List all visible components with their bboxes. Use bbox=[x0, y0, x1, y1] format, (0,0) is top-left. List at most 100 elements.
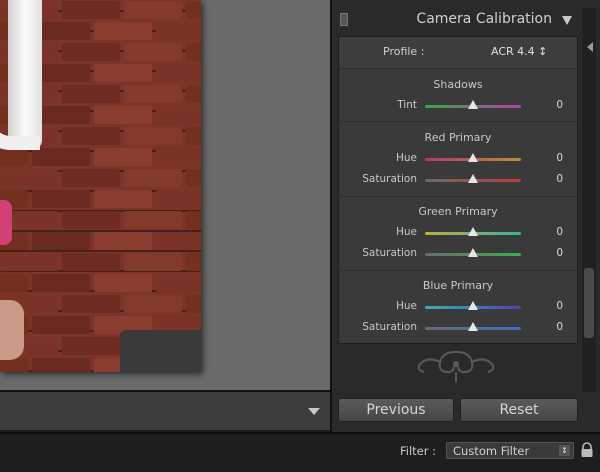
photo-preview bbox=[0, 0, 201, 372]
brick bbox=[94, 148, 152, 166]
brick bbox=[62, 295, 120, 313]
brick bbox=[62, 85, 120, 103]
brick bbox=[124, 295, 182, 313]
slider-thumb[interactable] bbox=[468, 153, 478, 162]
brick bbox=[32, 232, 90, 250]
section-green-primary: Green Primary Hue 0 Saturation 0 bbox=[339, 197, 577, 271]
slider-value[interactable]: 0 bbox=[556, 321, 563, 333]
brick bbox=[32, 190, 90, 208]
brick bbox=[186, 295, 201, 313]
slider-row: Hue 0 bbox=[339, 150, 577, 168]
brick bbox=[32, 148, 90, 166]
brick bbox=[186, 1, 201, 19]
panel-toggle-icon[interactable] bbox=[340, 13, 348, 26]
slider-label: Saturation bbox=[362, 247, 417, 259]
slider-label: Tint bbox=[397, 99, 417, 111]
slider-row: Hue 0 bbox=[339, 224, 577, 242]
slider-label: Hue bbox=[395, 300, 417, 312]
brick bbox=[94, 106, 152, 124]
slider-label: Hue bbox=[395, 226, 417, 238]
section-title: Red Primary bbox=[424, 131, 492, 144]
slider-thumb[interactable] bbox=[468, 248, 478, 257]
brick bbox=[0, 169, 58, 187]
lock-icon[interactable] bbox=[580, 442, 594, 458]
camera-calibration-body: Profile : ACR 4.4 ↕ Shadows Tint 0 Red P… bbox=[338, 36, 578, 344]
brick bbox=[32, 274, 90, 292]
slider-label: Hue bbox=[395, 152, 417, 164]
slider-value[interactable]: 0 bbox=[556, 99, 563, 111]
slider-value[interactable]: 0 bbox=[556, 226, 563, 238]
brick bbox=[0, 358, 28, 372]
toolbar-menu-triangle-icon[interactable] bbox=[308, 408, 320, 415]
previous-button[interactable]: Previous bbox=[338, 398, 454, 422]
brick bbox=[94, 232, 152, 250]
slider-thumb[interactable] bbox=[468, 322, 478, 331]
profile-label: Profile : bbox=[383, 45, 425, 58]
brick bbox=[156, 64, 201, 82]
downspout-bend bbox=[0, 110, 40, 150]
brick bbox=[186, 253, 201, 271]
reset-button[interactable]: Reset bbox=[460, 398, 578, 422]
filter-select[interactable]: Custom Filter ↕ bbox=[446, 442, 574, 459]
slider-row: Saturation 0 bbox=[339, 319, 577, 337]
camera-calibration-header[interactable]: Camera Calibration bbox=[336, 8, 580, 34]
slider-thumb[interactable] bbox=[468, 227, 478, 236]
slider-value[interactable]: 0 bbox=[556, 152, 563, 164]
slider-thumb[interactable] bbox=[468, 100, 478, 109]
preview-toolbar bbox=[0, 390, 330, 430]
brick bbox=[62, 43, 120, 61]
brick bbox=[186, 43, 201, 61]
profile-select[interactable]: ACR 4.4 ↕ bbox=[491, 45, 547, 58]
lightroom-develop-window: Camera Calibration Profile : ACR 4.4 ↕ S… bbox=[0, 0, 600, 472]
brick bbox=[124, 127, 182, 145]
brick bbox=[186, 127, 201, 145]
section-shadows: Shadows Tint 0 bbox=[339, 70, 577, 122]
slider-row: Saturation 0 bbox=[339, 171, 577, 189]
brick bbox=[124, 169, 182, 187]
pink-clothing bbox=[0, 200, 12, 245]
section-title: Blue Primary bbox=[422, 279, 494, 292]
brick bbox=[0, 274, 28, 292]
brick bbox=[156, 232, 201, 250]
dark-pipe bbox=[120, 330, 201, 372]
brick bbox=[62, 337, 120, 355]
brick bbox=[156, 22, 201, 40]
slider-label: Saturation bbox=[362, 321, 417, 333]
brick bbox=[62, 1, 120, 19]
slider-value[interactable]: 0 bbox=[556, 247, 563, 259]
slider-row: Hue 0 bbox=[339, 298, 577, 316]
collapse-triangle-icon[interactable] bbox=[562, 16, 572, 25]
slider-value[interactable]: 0 bbox=[556, 173, 563, 185]
brick bbox=[124, 1, 182, 19]
brick bbox=[62, 211, 120, 229]
slider-thumb[interactable] bbox=[468, 301, 478, 310]
slider-value[interactable]: 0 bbox=[556, 300, 563, 312]
slider-thumb[interactable] bbox=[468, 174, 478, 183]
panel-marker-triangle-icon bbox=[587, 42, 593, 52]
brick bbox=[124, 211, 182, 229]
brick bbox=[0, 253, 58, 271]
brick bbox=[0, 148, 28, 166]
brick bbox=[62, 127, 120, 145]
section-blue-primary: Blue Primary Hue 0 Saturation 0 bbox=[339, 271, 577, 345]
slider-row: Tint 0 bbox=[339, 97, 577, 115]
brick bbox=[186, 85, 201, 103]
brick bbox=[186, 169, 201, 187]
filter-select-value: Custom Filter bbox=[453, 444, 530, 458]
section-title: Green Primary bbox=[418, 205, 498, 218]
hand bbox=[0, 300, 24, 360]
brick bbox=[32, 316, 90, 334]
panel-end-ornament-icon bbox=[417, 351, 495, 382]
select-arrows-icon: ↕ bbox=[559, 445, 570, 456]
brick bbox=[32, 358, 90, 372]
slider-row: Saturation 0 bbox=[339, 245, 577, 263]
panel-scrollbar-thumb[interactable] bbox=[584, 268, 594, 338]
slider-label: Saturation bbox=[362, 173, 417, 185]
brick bbox=[156, 106, 201, 124]
panel-title: Camera Calibration bbox=[416, 11, 552, 27]
brick bbox=[94, 274, 152, 292]
brick bbox=[62, 253, 120, 271]
profile-row: Profile : ACR 4.4 ↕ bbox=[339, 37, 577, 69]
image-preview-area[interactable] bbox=[0, 0, 330, 390]
brick bbox=[124, 43, 182, 61]
